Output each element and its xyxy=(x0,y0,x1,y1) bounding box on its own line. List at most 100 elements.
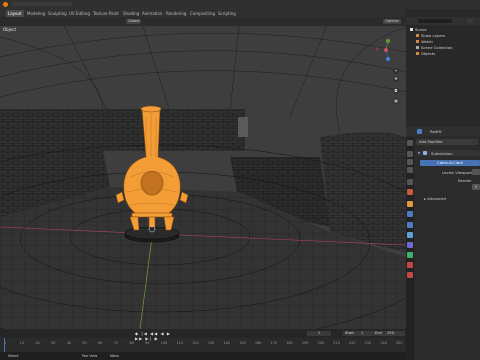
render-tab-icon[interactable] xyxy=(407,151,413,157)
outliner-item-label: Show Layers xyxy=(421,33,446,38)
advanced-panel-toggle[interactable]: ▸ Advanced xyxy=(424,196,446,201)
physics-tab-icon[interactable] xyxy=(407,232,413,238)
view-layer-icon xyxy=(416,34,419,37)
tab-rendering[interactable]: Rendering xyxy=(164,10,188,17)
tab-uv-editing[interactable]: UV Editing xyxy=(67,10,92,17)
levels-viewport-label: Levels Viewport xyxy=(442,170,473,175)
ruler-tick-label: 200 xyxy=(317,341,325,345)
status-menu: Menu xyxy=(110,354,120,358)
ruler-tick-label: 80 xyxy=(129,341,134,345)
constraints-tab-icon[interactable] xyxy=(407,242,413,248)
ruler-tick-label: 230 xyxy=(364,341,372,345)
modifier-collapse-icon[interactable]: ▾ xyxy=(418,150,420,156)
blender-logo-icon[interactable] xyxy=(3,2,8,7)
filter-icon[interactable] xyxy=(467,19,473,23)
outliner-item-label: Scene xyxy=(415,27,427,32)
object-name-label: RedFit xyxy=(430,129,442,134)
levels-viewport-field[interactable] xyxy=(472,169,480,175)
ruler-tick-label: 120 xyxy=(192,341,199,345)
menu-strip xyxy=(12,2,72,6)
playback-controls[interactable]: ◆ |◀ ◀◀ ◀ ▶ ▶▶ ▶| ◆ xyxy=(135,331,180,341)
start-value: 1 xyxy=(360,331,364,335)
scene-render xyxy=(0,17,406,329)
collection-icon xyxy=(416,46,419,49)
status-pan-view: Pan View xyxy=(82,354,98,358)
tab-sculpting[interactable]: Sculpting xyxy=(46,10,69,17)
modifier-name-field[interactable]: Subdivision xyxy=(431,151,453,156)
options-button[interactable]: Options xyxy=(383,19,401,24)
outliner-search-input[interactable] xyxy=(418,19,452,23)
end-label: End xyxy=(375,331,382,335)
render-levels-label: Render xyxy=(458,178,472,183)
viewport-header xyxy=(0,17,406,26)
ruler-tick-label: 130 xyxy=(207,341,215,345)
ruler-tick-label: 20 xyxy=(35,341,40,345)
ruler-tick-label: 110 xyxy=(176,341,183,345)
tab-layout[interactable]: Layout xyxy=(6,10,24,17)
current-frame-field[interactable]: 1 xyxy=(307,331,331,336)
tab-shading[interactable]: Shading xyxy=(121,10,141,17)
particles-tab-icon[interactable] xyxy=(407,222,413,228)
end-value: 250 xyxy=(387,331,394,335)
texture-tab-icon[interactable] xyxy=(407,272,413,278)
perspective-icon[interactable]: ▦ xyxy=(393,98,399,104)
view-layer-tab-icon[interactable] xyxy=(407,167,413,173)
scene-tab-icon[interactable] xyxy=(407,179,413,185)
ruler-tick-label: 240 xyxy=(380,341,387,345)
ruler-tick-label: 150 xyxy=(239,341,246,345)
ruler-tick-label: 190 xyxy=(301,341,309,345)
ruler-tick-label: 70 xyxy=(113,341,119,345)
ruler-tick-label: 210 xyxy=(333,341,340,345)
watch-icon xyxy=(416,40,419,43)
object-tab-icon[interactable] xyxy=(407,201,413,207)
ruler-tick-label: 10 xyxy=(19,341,24,345)
world-tab-icon[interactable] xyxy=(407,189,413,195)
ruler-tick-label: 50 xyxy=(82,341,87,345)
outliner-item-label: Watch xyxy=(421,39,433,44)
ruler-tick-label: 250 xyxy=(396,341,403,345)
add-modifier-button[interactable]: Add Modifier xyxy=(416,139,478,145)
outliner-item-label: Objects xyxy=(421,51,436,56)
tab-animation[interactable]: Animation xyxy=(140,10,164,17)
transform-orientation-dropdown[interactable]: Global xyxy=(126,19,142,24)
viewport-mode-label: Object xyxy=(3,27,17,32)
tab-scripting[interactable]: Scripting xyxy=(216,10,238,17)
status-bar: Select Pan View Menu xyxy=(0,352,406,360)
data-tab-icon[interactable] xyxy=(407,252,413,258)
tab-texture-paint[interactable]: Texture Paint xyxy=(91,10,121,17)
ruler-tick-label: 160 xyxy=(254,341,262,345)
tool-tab-icon[interactable] xyxy=(407,140,413,146)
pan-hand-icon[interactable]: ✥ xyxy=(393,76,399,82)
wrench-icon xyxy=(417,129,422,134)
advanced-label: Advanced xyxy=(427,196,446,201)
3d-viewport[interactable] xyxy=(0,17,406,329)
ruler-tick-label: 140 xyxy=(223,341,230,345)
ruler-tick-label: 100 xyxy=(160,341,168,345)
output-tab-icon[interactable] xyxy=(407,159,413,165)
end-frame-field[interactable]: End 250 xyxy=(373,331,405,336)
tab-modeling[interactable]: Modeling xyxy=(25,10,47,17)
material-tab-icon[interactable] xyxy=(407,262,413,268)
outliner-item-label: Scene Collection xyxy=(421,45,453,50)
ruler-tick-label: 30 xyxy=(51,341,56,345)
playhead[interactable] xyxy=(4,338,5,352)
ruler-tick-label: 60 xyxy=(98,341,103,345)
ruler-tick-label: 180 xyxy=(286,341,293,345)
render-levels-field[interactable]: 0 xyxy=(472,184,480,190)
outliner-item[interactable]: Objects xyxy=(406,51,435,57)
start-frame-field[interactable]: Start 1 xyxy=(343,331,373,336)
modifier-type-icon xyxy=(423,151,427,155)
modifier-tab-icon[interactable] xyxy=(407,211,413,217)
camera-icon[interactable]: ◘ xyxy=(393,88,399,94)
objects-icon xyxy=(416,52,419,55)
start-label: Start xyxy=(345,331,354,335)
ruler-tick-label: 170 xyxy=(270,341,278,345)
status-select: Select xyxy=(8,354,19,358)
scene-icon xyxy=(410,28,413,31)
ruler-tick-label: 220 xyxy=(348,341,356,345)
zoom-icon[interactable]: + xyxy=(393,68,399,74)
ruler-tick-label: 90 xyxy=(145,341,150,345)
tab-compositing[interactable]: Compositing xyxy=(188,10,217,17)
ruler-tick-label: 40 xyxy=(66,341,72,345)
catmull-clark-button[interactable]: Catmull-Clark xyxy=(420,160,480,166)
